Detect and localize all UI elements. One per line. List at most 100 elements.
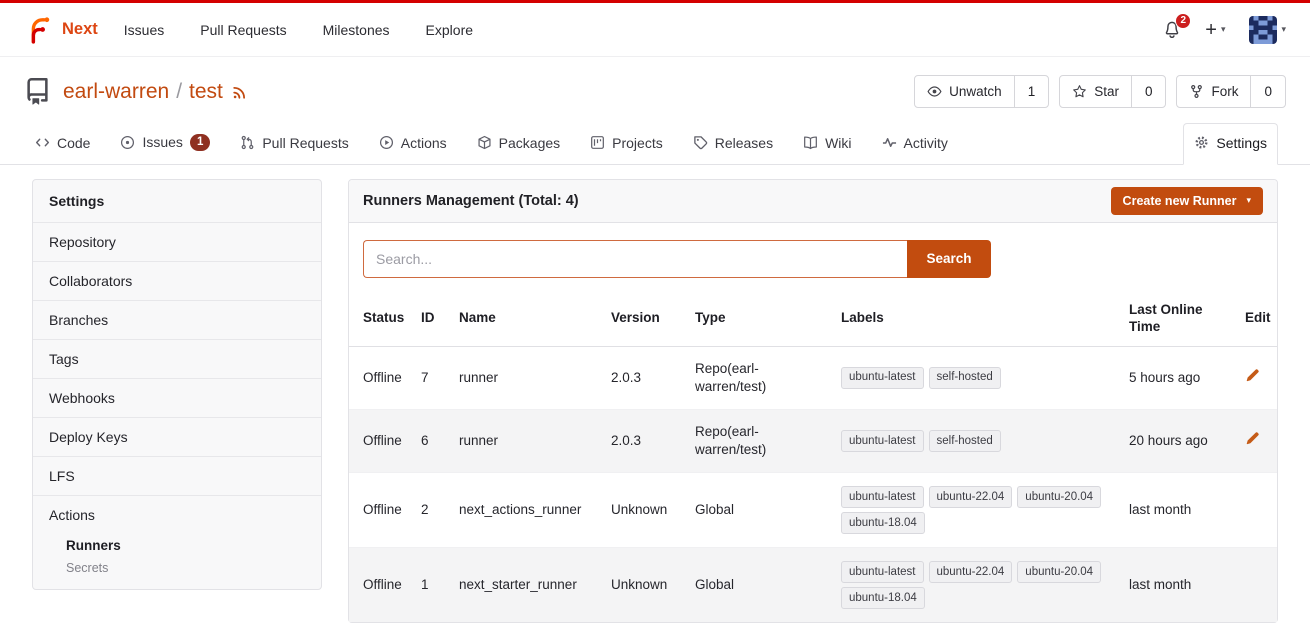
cell-labels: ubuntu-latestubuntu-22.04ubuntu-20.04 ubu…	[833, 473, 1121, 548]
sidebar-item-label: Branches	[33, 301, 321, 339]
create-new-menu-button[interactable]: + ▾	[1205, 20, 1225, 40]
column-header-type: Type	[687, 291, 833, 347]
watchers-count[interactable]: 1	[1014, 76, 1049, 107]
brand-home-link[interactable]: Next	[24, 15, 98, 45]
sidebar-item-actions[interactable]: ActionsRunnersSecrets	[33, 496, 321, 589]
unwatch-button[interactable]: Unwatch	[915, 76, 1014, 107]
notifications-button[interactable]: 2	[1163, 21, 1181, 39]
repo-icon	[24, 78, 51, 105]
repo-name-link[interactable]: test	[189, 80, 223, 104]
edit-runner-button[interactable]	[1245, 368, 1260, 383]
forgejo-logo-icon	[24, 15, 54, 45]
pulse-icon	[882, 135, 897, 150]
cell-id: 7	[413, 346, 451, 409]
rss-icon[interactable]	[232, 84, 248, 100]
runner-label-chip: ubuntu-latest	[841, 367, 924, 389]
book-icon	[803, 135, 818, 150]
top-nav: Issues Pull Requests Milestones Explore	[124, 22, 473, 38]
tab-issues[interactable]: Issues 1	[109, 122, 221, 164]
tab-packages[interactable]: Packages	[466, 123, 571, 164]
cell-version: 2.0.3	[603, 346, 687, 409]
cell-id: 1	[413, 548, 451, 622]
brand-name: Next	[62, 20, 98, 39]
create-runner-button[interactable]: Create new Runner ▾	[1111, 187, 1263, 215]
tab-label: Settings	[1216, 135, 1267, 151]
runner-labels: ubuntu-latestubuntu-22.04ubuntu-20.04 ubu…	[841, 486, 1113, 534]
git-pull-request-icon	[240, 135, 255, 150]
tab-wiki[interactable]: Wiki	[792, 123, 862, 164]
tab-label: Activity	[904, 135, 948, 151]
cell-status: Offline	[349, 410, 413, 473]
cell-name: next_starter_runner	[451, 548, 603, 622]
runner-label-chip: ubuntu-latest	[841, 486, 924, 508]
runner-label-chip: ubuntu-20.04	[1017, 486, 1101, 508]
cell-name: runner	[451, 346, 603, 409]
cell-last-online: last month	[1121, 473, 1237, 548]
tab-pull-requests[interactable]: Pull Requests	[229, 123, 359, 164]
sidebar-item-tags[interactable]: Tags	[33, 340, 321, 379]
tab-label: Actions	[401, 135, 447, 151]
repo-separator: /	[176, 80, 182, 104]
star-button[interactable]: Star	[1060, 76, 1131, 107]
cell-edit	[1237, 548, 1277, 622]
cell-status: Offline	[349, 548, 413, 622]
fork-icon	[1189, 84, 1204, 99]
repo-owner-link[interactable]: earl-warren	[63, 80, 169, 104]
repo-title: earl-warren / test	[63, 80, 248, 104]
star-button-group: Star 0	[1059, 75, 1166, 108]
forks-count[interactable]: 0	[1250, 76, 1285, 107]
cell-last-online: last month	[1121, 548, 1237, 622]
sidebar-item-lfs[interactable]: LFS	[33, 457, 321, 496]
cell-name: next_actions_runner	[451, 473, 603, 548]
column-header-id: ID	[413, 291, 451, 347]
nav-link-issues[interactable]: Issues	[124, 22, 164, 38]
nav-link-milestones[interactable]: Milestones	[323, 22, 390, 38]
stars-count[interactable]: 0	[1131, 76, 1166, 107]
nav-link-explore[interactable]: Explore	[426, 22, 473, 38]
repo-header: earl-warren / test Unwatch 1	[0, 57, 1310, 118]
tab-label: Projects	[612, 135, 663, 151]
runner-search-bar: Search	[349, 223, 1277, 291]
avatar	[1249, 16, 1277, 44]
sidebar-item-branches[interactable]: Branches	[33, 301, 321, 340]
sidebar-item-repository[interactable]: Repository	[33, 223, 321, 262]
fork-button[interactable]: Fork	[1177, 76, 1250, 107]
sidebar-item-label: Deploy Keys	[33, 418, 321, 456]
cell-name: runner	[451, 410, 603, 473]
runner-labels: ubuntu-latestubuntu-22.04ubuntu-20.04ubu…	[841, 561, 1113, 609]
sidebar-subitem-runners[interactable]: Runners	[33, 534, 321, 557]
cell-type: Repo(earl-warren/test)	[687, 410, 833, 473]
sidebar-item-label: Tags	[33, 340, 321, 378]
tab-code[interactable]: Code	[24, 123, 101, 164]
sidebar-item-collaborators[interactable]: Collaborators	[33, 262, 321, 301]
eye-icon	[927, 84, 942, 99]
sidebar-item-deploy-keys[interactable]: Deploy Keys	[33, 418, 321, 457]
search-button[interactable]: Search	[907, 240, 991, 278]
tab-releases[interactable]: Releases	[682, 123, 784, 164]
tab-actions[interactable]: Actions	[368, 123, 458, 164]
runner-label-chip: ubuntu-18.04	[841, 587, 925, 609]
runner-label-chip: ubuntu-18.04	[841, 512, 925, 534]
nav-link-pull-requests[interactable]: Pull Requests	[200, 22, 286, 38]
sidebar-item-webhooks[interactable]: Webhooks	[33, 379, 321, 418]
table-row: Offline2next_actions_runnerUnknownGlobal…	[349, 473, 1277, 548]
runner-label-chip: self-hosted	[929, 430, 1001, 452]
page-body: Settings RepositoryCollaboratorsBranches…	[0, 165, 1310, 624]
tab-label: Issues	[142, 134, 182, 150]
tab-projects[interactable]: Projects	[579, 123, 674, 164]
tab-settings[interactable]: Settings	[1183, 123, 1278, 165]
tab-activity[interactable]: Activity	[871, 123, 959, 164]
tab-label: Code	[57, 135, 90, 151]
runner-label-chip: ubuntu-latest	[841, 430, 924, 452]
runner-search-input[interactable]	[363, 240, 907, 278]
cell-labels: ubuntu-latestubuntu-22.04ubuntu-20.04ubu…	[833, 548, 1121, 622]
user-menu-button[interactable]: ▾	[1249, 16, 1286, 44]
settings-menu: Settings RepositoryCollaboratorsBranches…	[32, 179, 322, 590]
unwatch-label: Unwatch	[949, 84, 1002, 99]
runner-label-chip: ubuntu-22.04	[929, 486, 1013, 508]
tab-count-badge: 1	[190, 134, 210, 151]
edit-runner-button[interactable]	[1245, 431, 1260, 446]
sidebar-subitem-secrets[interactable]: Secrets	[33, 557, 321, 579]
table-row: Offline7runner2.0.3Repo(earl-warren/test…	[349, 346, 1277, 409]
chevron-down-icon: ▾	[1221, 25, 1226, 34]
